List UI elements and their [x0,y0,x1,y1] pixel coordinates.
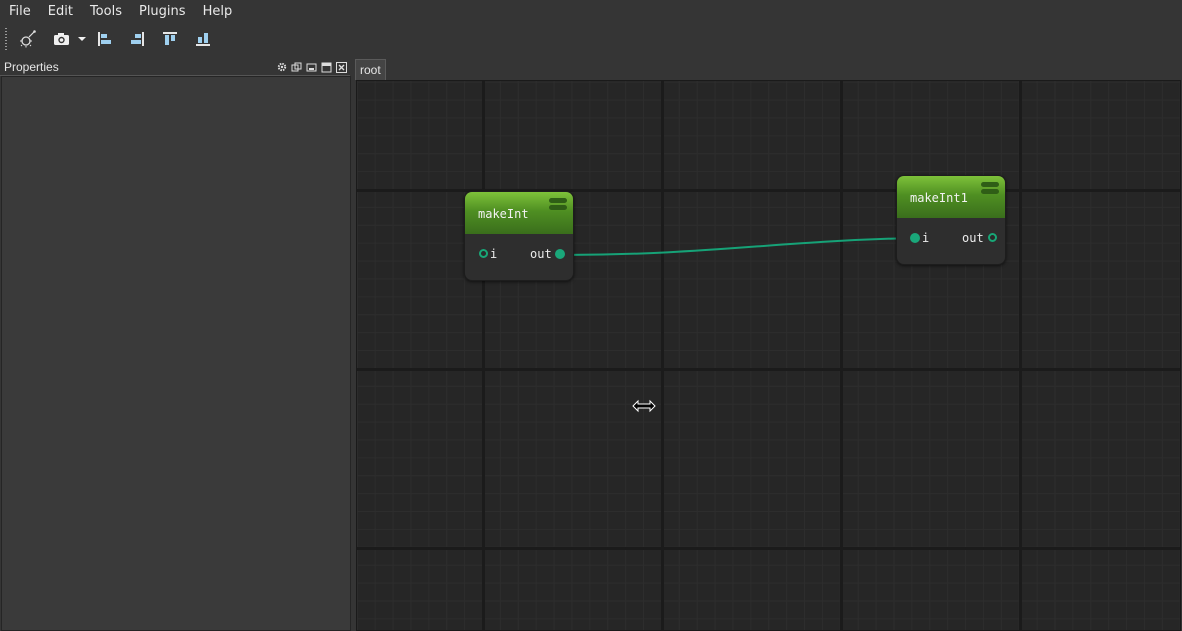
node-makeint[interactable]: makeInt i out [464,191,574,281]
output-port-label: out [962,231,984,245]
properties-panel [1,76,351,631]
align-left-button[interactable] [89,28,121,50]
menu-edit[interactable]: Edit [39,0,81,24]
align-right-button[interactable] [121,28,153,50]
dock-minimize-button[interactable] [305,61,318,74]
close-icon [336,61,347,73]
menu-bar: File Edit Tools Plugins Help [0,0,1182,24]
menu-plugins[interactable]: Plugins [130,0,194,24]
align-bottom-button[interactable] [187,28,219,50]
align-right-icon [131,32,144,46]
light-icon [20,30,36,48]
toolbar [0,26,1182,52]
resize-horizontal-cursor-icon [632,399,656,413]
align-top-button[interactable] [153,28,187,50]
node-menu-icon[interactable] [981,182,999,194]
output-port-out[interactable] [555,249,565,259]
dock-restore-button[interactable] [290,61,303,74]
node-header[interactable]: makeInt [465,192,573,234]
node-makeint1[interactable]: makeInt1 i out [896,175,1006,265]
node-ports: i out [465,247,573,261]
screenshot-dropdown[interactable] [75,28,89,50]
node-title: makeInt1 [910,191,968,205]
output-port-label: out [530,247,552,261]
screenshot-button[interactable] [49,28,75,50]
properties-dock-titlebar: Properties [0,59,350,76]
input-port-i[interactable] [910,233,920,243]
minimize-icon [306,63,317,71]
toolbar-grip[interactable] [5,28,7,50]
tab-root[interactable]: root [355,59,386,80]
align-left-icon [98,32,111,46]
node-header[interactable]: makeInt1 [897,176,1005,218]
menu-tools[interactable]: Tools [81,0,130,24]
light-icon-button[interactable] [15,28,39,50]
menu-file[interactable]: File [0,0,39,24]
properties-title: Properties [4,60,59,74]
node-graph-canvas[interactable]: makeInt i out makeInt1 i out [356,80,1181,631]
input-port-label: i [490,247,498,261]
node-ports: i out [897,231,1005,245]
align-bottom-icon [196,33,210,46]
dock-float-button[interactable] [320,61,333,74]
connection-wire[interactable] [357,81,1180,630]
node-title: makeInt [478,207,529,221]
align-top-icon [163,32,177,45]
gear-icon [277,62,286,72]
dock-settings-button[interactable] [275,61,288,74]
output-port-out[interactable] [988,233,997,242]
dock-close-button[interactable] [335,61,348,74]
chevron-down-icon [78,37,86,41]
float-icon [321,62,332,72]
input-port-i[interactable] [479,249,488,258]
camera-icon [54,33,69,45]
menu-help[interactable]: Help [194,0,241,24]
node-menu-icon[interactable] [549,198,567,210]
input-port-label: i [922,231,930,245]
restore-icon [291,62,302,71]
